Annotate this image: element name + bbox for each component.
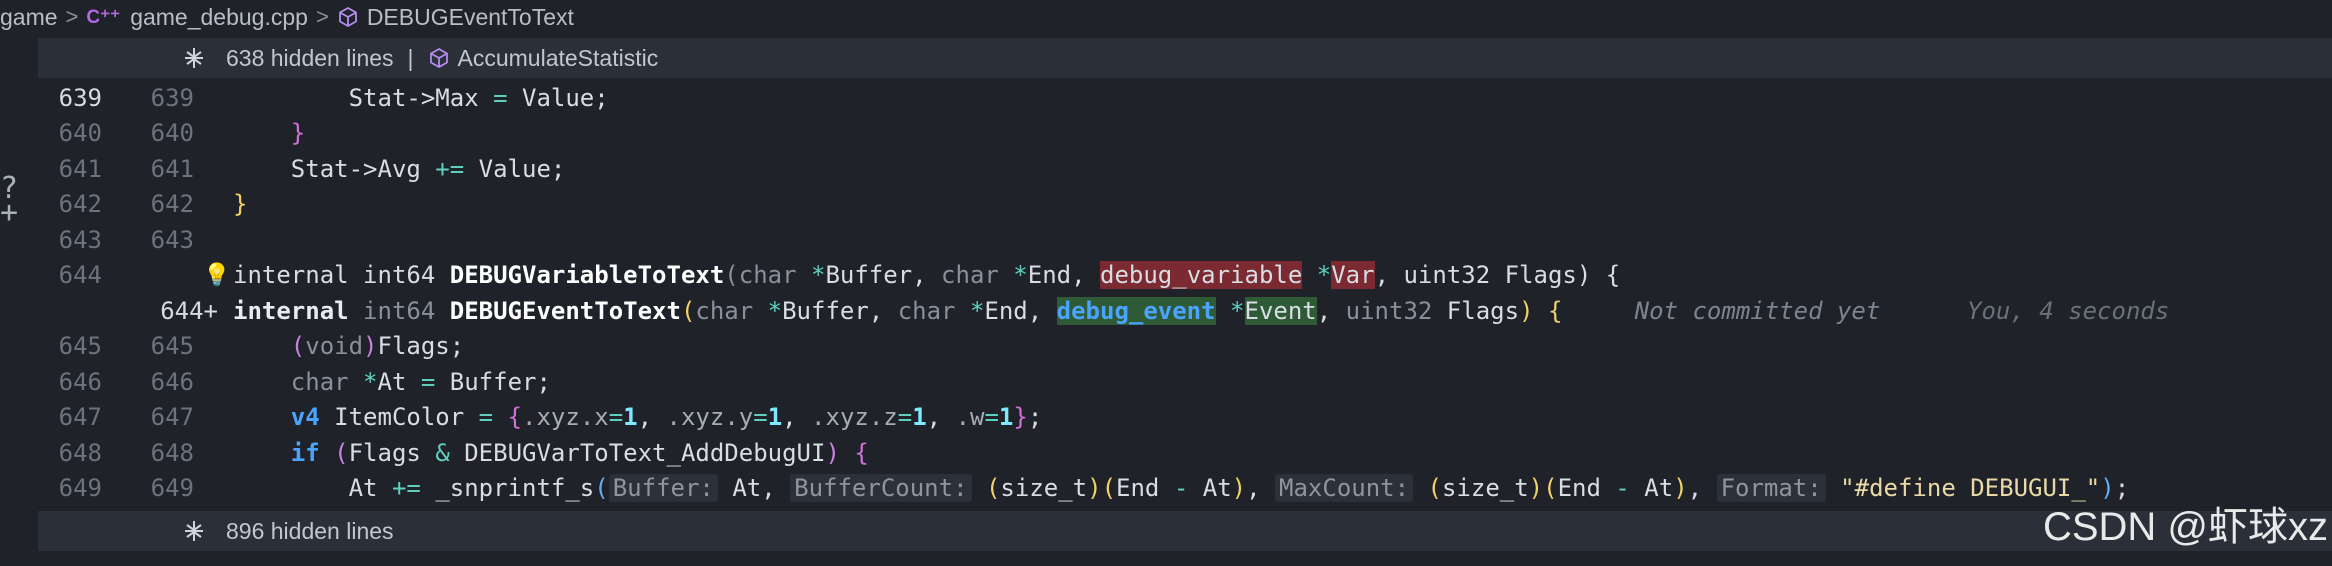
code-line-added[interactable]: 644+ internal int64 DEBUGEventToText(cha…: [38, 293, 2332, 329]
code-text: At += _snprintf_s(Buffer: At, BufferCoun…: [348, 474, 2130, 503]
hidden-lines-bar-top[interactable]: 638 hidden lines | AccumulateStatistic: [38, 38, 2332, 78]
code-text: internal int64 DEBUGEventToText(char *Bu…: [233, 296, 2170, 325]
line-number-original: 646: [58, 367, 102, 396]
line-number-modified: 640: [150, 119, 194, 148]
line-number-original: 647: [58, 403, 102, 432]
line-number-original: 643: [58, 225, 102, 254]
line-number-modified: 642: [150, 190, 194, 219]
cpp-file-icon: C⁺⁺: [86, 6, 121, 28]
method-cube-icon: [337, 6, 359, 28]
code-line[interactable]: 648 648 if (Flags & DEBUGVarToText_AddDe…: [38, 435, 2332, 471]
watermark: CSDN @虾球xz: [2042, 505, 2328, 549]
code-line[interactable]: 642 642 }: [38, 187, 2332, 223]
code-text: char *At = Buffer;: [290, 367, 551, 396]
code-text: v4 ItemColor = {.xyz.x=1, .xyz.y=1, .xyz…: [290, 403, 1043, 432]
code-line[interactable]: 639 639 Stat->Max = Value;: [38, 80, 2332, 116]
chevron-right-icon: >: [65, 4, 79, 29]
code-line[interactable]: 643 643: [38, 222, 2332, 258]
line-number-original: 639: [58, 83, 102, 112]
line-number-modified: 644+: [160, 296, 218, 325]
unfold-icon[interactable]: [162, 519, 226, 543]
code-text: Stat->Avg += Value;: [290, 154, 566, 183]
code-text: }: [233, 190, 248, 219]
hidden-lines-label: 896 hidden lines: [226, 517, 394, 544]
code-line[interactable]: 645 645 (void)Flags;: [38, 329, 2332, 365]
code-line-removed[interactable]: 644 💡 internal int64 DEBUGVariableToText…: [38, 258, 2332, 294]
line-number-modified: 647: [150, 403, 194, 432]
hidden-lines-label: 638 hidden lines: [226, 44, 394, 71]
plus-icon[interactable]: +: [0, 198, 18, 228]
line-number-original: 640: [58, 119, 102, 148]
breadcrumb-folder[interactable]: game: [0, 4, 58, 31]
line-number-original: 644: [58, 261, 102, 290]
code-text: (void)Flags;: [290, 332, 465, 361]
unfold-icon[interactable]: [162, 46, 226, 70]
code-text: internal int64 DEBUGVariableToText(char …: [233, 261, 1621, 290]
method-cube-icon: [429, 47, 448, 69]
line-number-modified: 643: [150, 225, 194, 254]
line-number-original: 645: [58, 332, 102, 361]
blame-author-time: You, 4 seconds: [1967, 296, 2170, 325]
breadcrumb: game > C⁺⁺ game_debug.cpp > DEBUGEventTo…: [0, 0, 2332, 34]
line-number-original: 648: [58, 438, 102, 467]
code-line[interactable]: 646 646 char *At = Buffer;: [38, 364, 2332, 400]
breadcrumb-symbol[interactable]: DEBUGEventToText: [337, 4, 574, 31]
line-number-modified: 645: [150, 332, 194, 361]
breadcrumb-symbol-label: DEBUGEventToText: [366, 3, 574, 30]
lightbulb-icon[interactable]: 💡: [203, 263, 230, 288]
separator: |: [407, 44, 414, 71]
code-line[interactable]: 640 640 }: [38, 116, 2332, 152]
code-line[interactable]: 649 649 At += _snprintf_s(Buffer: At, Bu…: [38, 471, 2332, 507]
line-number-modified: 648: [150, 438, 194, 467]
code-text: }: [290, 119, 306, 148]
hidden-lines-bar-bottom[interactable]: 896 hidden lines: [38, 511, 2332, 551]
line-number-modified: 646: [150, 367, 194, 396]
line-number-original: 641: [58, 154, 102, 183]
scope-symbol-label: AccumulateStatistic: [457, 44, 659, 71]
breadcrumb-folder-label: game: [0, 3, 58, 30]
line-number-modified: 639: [150, 83, 194, 112]
code-text: Stat->Max = Value;: [348, 83, 609, 112]
breadcrumb-file-label: game_debug.cpp: [130, 3, 308, 30]
blame-status: Not committed yet: [1634, 296, 1881, 325]
line-number-modified: 649: [150, 474, 194, 503]
chevron-right-icon: >: [315, 4, 329, 29]
breadcrumb-file[interactable]: C⁺⁺ game_debug.cpp: [86, 4, 308, 31]
glyph-margin: ? +: [0, 34, 38, 566]
code-line[interactable]: 641 641 Stat->Avg += Value;: [38, 151, 2332, 187]
line-number-original: 642: [58, 190, 102, 219]
line-number-original: 649: [58, 474, 102, 503]
line-number-modified: 641: [150, 154, 194, 183]
code-text: if (Flags & DEBUGVarToText_AddDebugUI) {: [290, 438, 869, 467]
code-line[interactable]: 647 647 v4 ItemColor = {.xyz.x=1, .xyz.y…: [38, 400, 2332, 436]
scope-symbol[interactable]: AccumulateStatistic: [428, 44, 659, 72]
